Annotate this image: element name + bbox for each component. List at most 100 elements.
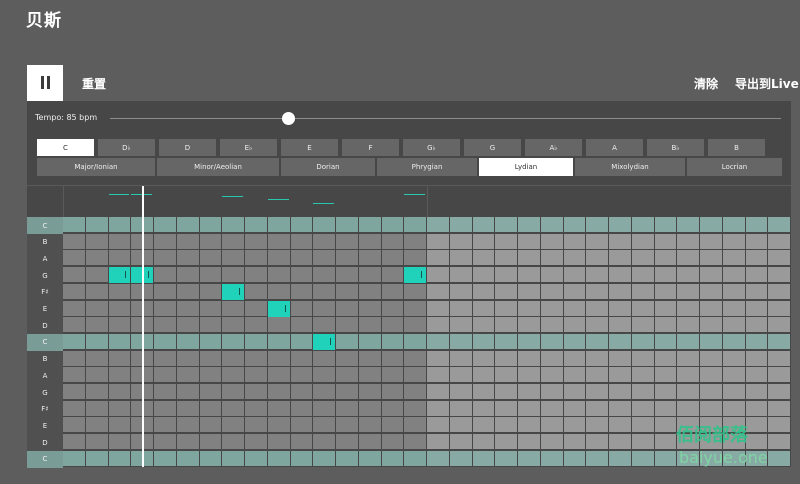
grid-cell[interactable] [404,350,426,366]
grid-cell[interactable] [245,317,267,333]
grid-cell[interactable] [768,217,790,232]
grid-cell[interactable] [631,400,654,416]
grid-cell[interactable] [722,333,745,349]
grid-cell[interactable] [176,350,199,366]
grid-cell[interactable] [631,350,654,366]
grid-cell[interactable] [290,250,313,266]
grid-cell[interactable] [700,300,722,316]
grid-cell[interactable] [85,434,108,450]
grid-cell[interactable] [336,400,358,416]
grid-cell[interactable] [631,250,654,266]
grid-cell[interactable] [108,317,131,333]
grid-cell[interactable] [654,283,677,299]
grid-cell[interactable] [176,333,199,349]
grid-cell[interactable] [722,267,745,283]
grid-cell[interactable] [472,384,495,399]
grid-cell[interactable] [313,233,335,249]
grid-cell[interactable] [722,317,745,333]
grid-cell[interactable] [381,367,404,383]
grid-cell[interactable] [290,450,313,466]
grid-cell[interactable] [63,250,85,266]
grid-cell[interactable] [85,384,108,399]
grid-cell[interactable] [404,450,426,466]
grid-cell[interactable] [427,300,449,316]
grid-cell[interactable] [449,350,472,366]
grid-cell[interactable] [404,283,426,299]
grid-cell[interactable] [540,434,563,450]
grid-cell[interactable] [313,400,335,416]
grid-cell[interactable] [654,434,677,450]
grid-cell[interactable] [654,333,677,349]
grid-cell[interactable] [63,283,85,299]
grid-cell[interactable] [700,267,722,283]
grid-cell[interactable] [245,434,267,450]
grid-cell[interactable] [745,333,768,349]
grid-cell[interactable] [290,233,313,249]
grid-cell[interactable] [609,217,631,232]
grid-cell[interactable] [245,217,267,232]
grid-cell[interactable] [700,384,722,399]
grid-cell[interactable] [245,300,267,316]
reset-button[interactable]: 重置 [82,75,106,92]
grid-cell[interactable] [609,283,631,299]
grid-cell[interactable] [267,400,290,416]
mode-button-minor-aeolian[interactable]: Minor/Aeolian [157,158,279,176]
grid-cell[interactable] [381,267,404,283]
grid-cell[interactable] [199,333,222,349]
grid-cell[interactable] [313,434,335,450]
grid-cell[interactable] [358,283,381,299]
grid-cell[interactable] [381,333,404,349]
grid-cell[interactable] [540,250,563,266]
grid-cell[interactable] [631,317,654,333]
grid-cell[interactable] [518,233,540,249]
grid-cell[interactable] [472,250,495,266]
mode-button-locrian[interactable]: Locrian [687,158,782,176]
mode-button-phrygian[interactable]: Phrygian [377,158,477,176]
grid-cell[interactable] [586,217,608,232]
key-button-8[interactable]: A♭ [525,139,582,156]
grid-cell[interactable] [518,250,540,266]
grid-cell[interactable] [427,417,449,433]
grid-cell[interactable] [472,283,495,299]
grid-cell[interactable] [631,384,654,399]
grid-cell[interactable] [654,450,677,466]
grid-cell[interactable] [654,400,677,416]
grid-cell[interactable] [336,267,358,283]
grid-cell[interactable] [199,300,222,316]
grid-cell[interactable] [63,217,85,232]
grid-cell[interactable] [313,450,335,466]
grid-cell[interactable] [427,400,449,416]
grid-cell[interactable] [336,217,358,232]
grid-cell[interactable] [336,283,358,299]
grid-cell[interactable] [63,400,85,416]
grid-cell[interactable] [586,400,608,416]
grid-cell[interactable] [654,300,677,316]
clear-button[interactable]: 清除 [694,75,718,92]
grid-cell[interactable] [563,417,586,433]
grid-cell[interactable] [245,367,267,383]
grid-cell[interactable] [176,267,199,283]
grid-cell[interactable] [700,283,722,299]
grid-cell[interactable] [336,434,358,450]
grid-cell[interactable] [586,367,608,383]
grid-cell[interactable] [63,417,85,433]
grid-cell[interactable] [654,217,677,232]
grid-cell[interactable] [518,434,540,450]
grid-cell[interactable] [745,317,768,333]
grid-cell[interactable] [518,283,540,299]
grid-cell[interactable] [768,300,790,316]
grid-cell[interactable] [563,317,586,333]
grid-cell[interactable] [336,384,358,399]
note-block[interactable] [222,283,244,300]
grid-cell[interactable] [404,333,426,349]
grid-cell[interactable] [336,417,358,433]
grid-cell[interactable] [245,350,267,366]
grid-cell[interactable] [154,233,176,249]
grid-cell[interactable] [609,367,631,383]
grid-cell[interactable] [381,434,404,450]
grid-cell[interactable] [586,267,608,283]
grid-cell[interactable] [540,300,563,316]
grid-cell[interactable] [586,450,608,466]
grid-cell[interactable] [154,400,176,416]
grid-cell[interactable] [358,367,381,383]
